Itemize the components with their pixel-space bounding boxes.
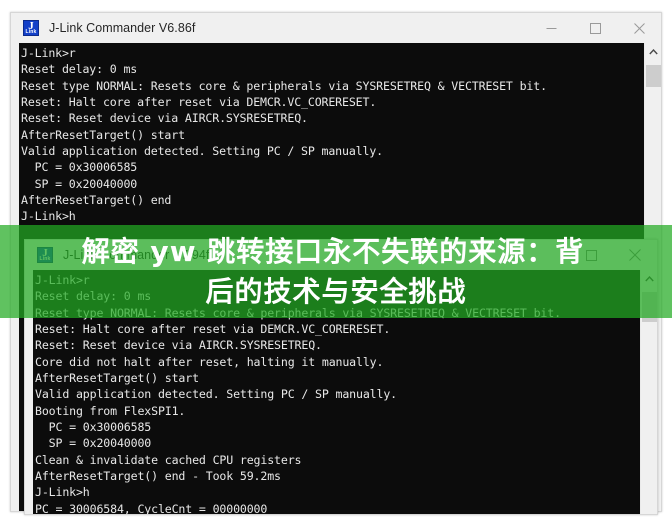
minimize-button[interactable]: [529, 13, 573, 43]
scrollbar-thumb[interactable]: [646, 65, 661, 87]
maximize-button[interactable]: [573, 13, 617, 43]
window-title-front: J-Link Commander V7.94f: [63, 248, 210, 262]
chevron-up-icon: [649, 48, 658, 54]
titlebar-front[interactable]: J Link J-Link Commander V7.94f: [25, 240, 657, 270]
console-area-front: J-Link>r Reset delay: 0 ms Reset type NO…: [25, 270, 657, 514]
window-title-back: J-Link Commander V6.86f: [49, 21, 196, 35]
maximize-button[interactable]: [569, 240, 613, 270]
maximize-icon: [589, 22, 601, 34]
jlink-icon: J Link: [23, 20, 39, 36]
console-text-back: J-Link>r Reset delay: 0 ms Reset type NO…: [21, 46, 547, 224]
scrollbar-thumb[interactable]: [642, 292, 657, 322]
jlink-icon-sublabel: Link: [39, 256, 51, 262]
window-controls-back: [529, 13, 661, 43]
chevron-up-icon: [645, 275, 654, 281]
close-icon: [629, 249, 641, 261]
close-button[interactable]: [613, 240, 657, 270]
close-icon: [633, 22, 645, 34]
close-button[interactable]: [617, 13, 661, 43]
scroll-up-button[interactable]: [641, 270, 657, 287]
console-output-front[interactable]: J-Link>r Reset delay: 0 ms Reset type NO…: [33, 270, 640, 514]
maximize-icon: [585, 249, 597, 261]
jlink-icon-sublabel: Link: [25, 29, 37, 35]
scroll-up-button[interactable]: [645, 43, 661, 60]
scrollbar-front[interactable]: [640, 270, 657, 514]
console-text-front: J-Link>r Reset delay: 0 ms Reset type NO…: [35, 273, 561, 514]
titlebar-back[interactable]: J Link J-Link Commander V6.86f: [11, 13, 661, 43]
screenshot-root: J Link J-Link Commander V6.86f J-Link>r …: [0, 0, 672, 520]
window-controls-front: [569, 240, 657, 270]
jlink-commander-window-front[interactable]: J Link J-Link Commander V7.94f J-Link>r …: [24, 239, 658, 515]
jlink-icon: J Link: [37, 247, 53, 263]
minimize-icon: [546, 27, 556, 29]
